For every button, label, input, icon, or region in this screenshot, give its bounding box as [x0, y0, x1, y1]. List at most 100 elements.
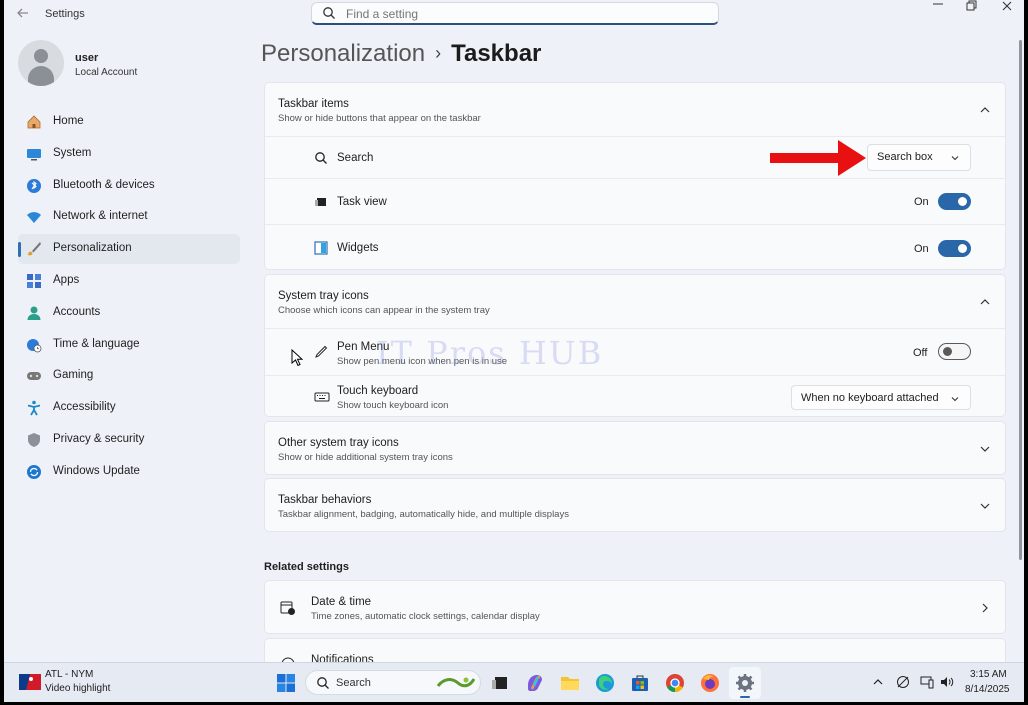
file-explorer-icon[interactable] — [558, 671, 582, 695]
scrollbar[interactable] — [1019, 40, 1022, 560]
taskbar-behaviors-card[interactable]: Taskbar behaviors Taskbar alignment, bad… — [264, 478, 1006, 532]
mouse-cursor-icon — [291, 349, 303, 367]
dropdown-value: Search box — [877, 151, 933, 163]
sidebar-item-network[interactable]: Network & internet — [18, 202, 240, 232]
chevron-down-icon — [980, 446, 990, 452]
sidebar-item-label: Privacy & security — [53, 432, 145, 445]
home-icon — [27, 115, 41, 129]
touch-keyboard-label: Touch keyboard — [337, 385, 419, 397]
mlb-icon — [19, 674, 41, 690]
apps-icon — [27, 273, 41, 288]
pen-icon — [315, 345, 328, 358]
sidebar-item-bluetooth[interactable]: Bluetooth & devices — [18, 171, 240, 201]
clock-date[interactable]: 8/14/2025 — [965, 684, 1010, 695]
sidebar-item-accessibility[interactable]: Accessibility — [18, 393, 240, 423]
sidebar-item-windows-update[interactable]: Windows Update — [18, 457, 240, 487]
keyboard-icon — [314, 392, 330, 402]
sidebar-item-accounts[interactable]: Accounts — [18, 298, 240, 328]
sidebar-item-apps[interactable]: Apps — [18, 266, 240, 296]
title-bar: Settings — [4, 0, 1024, 28]
maximize-button[interactable] — [965, 0, 977, 15]
sidebar-item-gaming[interactable]: Gaming — [18, 361, 240, 391]
watermark: IT Pros HUB — [376, 334, 604, 372]
task-view-icon[interactable] — [488, 671, 512, 695]
chevron-right-icon — [982, 603, 988, 613]
brush-icon — [28, 242, 41, 256]
sidebar-item-label: Bluetooth & devices — [53, 178, 155, 191]
dropdown-value: When no keyboard attached — [801, 392, 939, 404]
other-tray-card[interactable]: Other system tray icons Show or hide add… — [264, 421, 1006, 475]
search-input[interactable] — [346, 5, 706, 22]
page-title: Taskbar — [451, 40, 542, 67]
copilot-icon[interactable] — [523, 671, 547, 695]
screen-frame: Settings user Local Account Home System — [0, 0, 1028, 705]
edge-browser-icon[interactable] — [593, 671, 617, 695]
date-time-card[interactable]: Date & time Time zones, automatic clock … — [264, 580, 1006, 634]
sidebar-item-label: Time & language — [53, 337, 140, 350]
system-tray-header[interactable]: System tray icons Choose which icons can… — [265, 275, 1005, 328]
chevron-up-icon[interactable] — [871, 675, 885, 689]
sidebar-item-label: Accounts — [53, 305, 101, 318]
widgets-label: Widgets — [337, 242, 379, 254]
section-description: Taskbar alignment, badging, automaticall… — [278, 509, 569, 520]
widgets-toggle[interactable] — [938, 240, 971, 257]
user-name: user — [75, 52, 99, 64]
search-mode-dropdown[interactable]: Search box — [867, 144, 971, 171]
breadcrumb-parent[interactable]: Personalization — [261, 40, 425, 67]
avatar — [18, 40, 64, 86]
phone-link-icon[interactable] — [920, 675, 934, 689]
chevron-down-icon — [951, 156, 959, 161]
start-button-icon[interactable] — [274, 671, 298, 695]
accessibility-icon — [27, 400, 41, 416]
shield-icon — [28, 432, 40, 447]
back-button[interactable] — [16, 6, 32, 22]
chevron-down-icon — [980, 503, 990, 509]
toggle-state-text: On — [914, 243, 929, 255]
volume-icon[interactable] — [940, 675, 954, 689]
search-icon — [315, 152, 327, 164]
sidebar-item-label: Gaming — [53, 369, 94, 382]
section-title: Other system tray icons — [278, 437, 399, 449]
windows-taskbar: ATL - NYM Video highlight Search 3:15 AM… — [4, 662, 1024, 702]
sidebar-nav: Home System Bluetooth & devices Network … — [18, 107, 240, 489]
toggle-state-text: Off — [913, 347, 928, 359]
taskbar-search[interactable]: Search — [305, 670, 481, 695]
calendar-clock-icon — [280, 601, 295, 615]
minimize-button[interactable] — [932, 0, 944, 12]
clock-time[interactable]: 3:15 AM — [970, 669, 1007, 680]
settings-taskbar-active[interactable] — [729, 667, 761, 699]
task-view-label: Task view — [337, 196, 387, 208]
sidebar-item-label: Apps — [53, 273, 80, 286]
section-description: Show or hide buttons that appear on the … — [278, 113, 481, 124]
touch-keyboard-dropdown[interactable]: When no keyboard attached — [791, 385, 971, 410]
find-setting-search[interactable] — [311, 2, 719, 25]
sidebar-item-home[interactable]: Home — [18, 107, 240, 137]
pen-menu-toggle[interactable] — [938, 343, 971, 360]
store-icon[interactable] — [628, 671, 652, 695]
close-button[interactable] — [1001, 0, 1013, 15]
chrome-icon[interactable] — [663, 671, 687, 695]
update-icon — [27, 464, 41, 479]
system-icon — [27, 148, 41, 161]
widget-title[interactable]: ATL - NYM — [45, 669, 93, 680]
notifications-card[interactable]: Notifications — [264, 638, 1006, 662]
section-description: Choose which icons can appear in the sys… — [278, 305, 490, 316]
sidebar-item-time-language[interactable]: Time & language — [18, 330, 240, 360]
widgets-icon — [314, 241, 328, 255]
sidebar-item-label: Accessibility — [53, 401, 116, 414]
sidebar-item-system[interactable]: System — [18, 139, 240, 169]
sidebar-item-privacy[interactable]: Privacy & security — [18, 425, 240, 455]
sidebar-item-label: Network & internet — [53, 210, 148, 223]
firefox-icon[interactable] — [698, 671, 722, 695]
sidebar-item-label: Personalization — [53, 242, 132, 255]
restore-icon — [966, 0, 977, 11]
chevron-up-icon — [980, 299, 990, 305]
red-arrow-annotation — [770, 140, 866, 176]
sidebar-item-personalization[interactable]: Personalization — [18, 234, 240, 265]
task-view-toggle[interactable] — [938, 193, 971, 210]
taskbar-items-header[interactable]: Taskbar items Show or hide buttons that … — [265, 83, 1005, 136]
taskbar-items-card: Taskbar items Show or hide buttons that … — [264, 82, 1006, 270]
widget-subtitle: Video highlight — [45, 683, 111, 694]
network-disconnected-icon[interactable] — [896, 675, 910, 689]
settings-gear-icon — [736, 674, 754, 692]
